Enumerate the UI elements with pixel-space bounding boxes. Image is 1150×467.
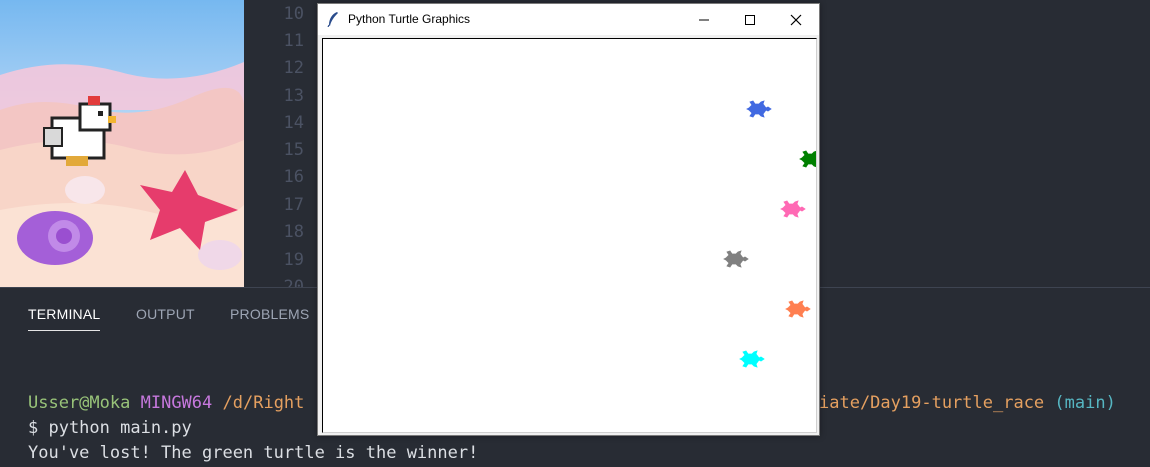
minimize-button[interactable] xyxy=(681,4,727,35)
turtle-graphics-window[interactable]: Python Turtle Graphics xyxy=(317,3,820,436)
maximize-icon xyxy=(745,14,755,25)
line-number: 10 xyxy=(283,4,304,24)
minimize-icon xyxy=(699,19,709,20)
window-titlebar[interactable]: Python Turtle Graphics xyxy=(318,4,819,35)
feather-icon xyxy=(327,11,339,31)
line-number: 13 xyxy=(283,86,304,106)
background-illustration xyxy=(0,0,244,287)
line-number: 16 xyxy=(283,167,304,187)
prompt-env: MINGW64 xyxy=(140,393,213,413)
close-button[interactable] xyxy=(773,4,819,35)
terminal-command: $ python main.py xyxy=(28,418,192,438)
prompt-path-end: iate/Day19-turtle_race xyxy=(819,393,1045,413)
turtle-shape-pink xyxy=(780,200,806,218)
prompt-path: /d/Right xyxy=(222,393,305,413)
line-number: 19 xyxy=(283,250,304,270)
line-number: 14 xyxy=(283,113,304,133)
prompt-user: Usser@Moka xyxy=(28,393,131,413)
prompt-branch: (main) xyxy=(1054,393,1116,413)
turtle-blue xyxy=(746,100,772,118)
close-icon xyxy=(790,14,802,25)
tab-problems[interactable]: PROBLEMS xyxy=(230,306,309,322)
tab-output[interactable]: OUTPUT xyxy=(136,306,195,322)
line-number: 12 xyxy=(283,58,304,78)
turtle-canvas[interactable] xyxy=(322,38,817,433)
terminal-prompt: Usser@Moka MINGW64 /d/Right xyxy=(28,391,304,416)
terminal-prompt-path-end: iate/Day19-turtle_race (main) xyxy=(819,391,1116,416)
turtle-coral xyxy=(785,300,811,318)
window-title: Python Turtle Graphics xyxy=(348,12,471,26)
turtle-green xyxy=(799,150,816,168)
tab-terminal[interactable]: TERMINAL xyxy=(28,306,101,331)
turtle-shape-cyan xyxy=(739,350,765,368)
turtle-pink xyxy=(780,200,806,218)
turtle-shape-coral xyxy=(785,300,811,318)
line-number: 17 xyxy=(283,195,304,215)
turtle-shape-blue xyxy=(746,100,772,118)
turtle-shape-gray xyxy=(723,250,749,268)
line-number: 18 xyxy=(283,222,304,242)
line-number: 11 xyxy=(283,31,304,51)
line-number: 15 xyxy=(283,140,304,160)
maximize-button[interactable] xyxy=(727,4,773,35)
terminal-output: You've lost! The green turtle is the win… xyxy=(28,443,479,463)
turtle-shape-green xyxy=(799,150,816,168)
turtle-cyan xyxy=(739,350,765,368)
turtle-gray xyxy=(723,250,749,268)
snail-shell-sprite xyxy=(17,211,93,265)
